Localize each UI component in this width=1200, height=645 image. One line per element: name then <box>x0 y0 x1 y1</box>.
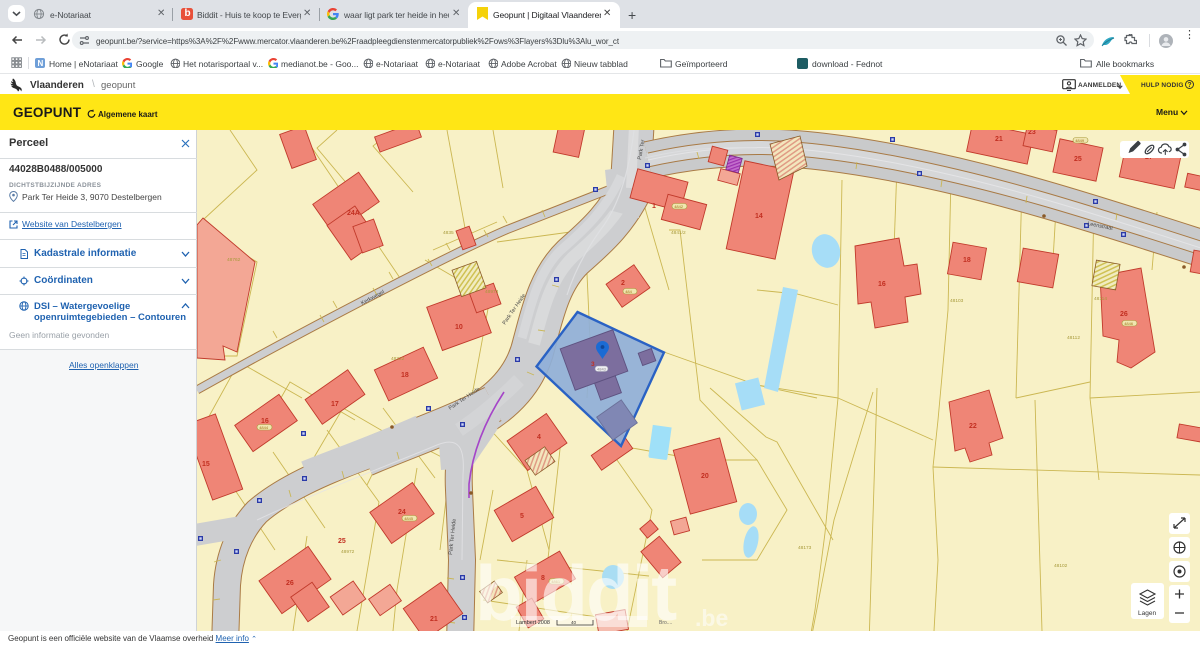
svg-text:18: 18 <box>963 257 971 264</box>
svg-text:48972: 48972 <box>341 549 355 555</box>
svg-text:24: 24 <box>398 509 406 516</box>
svg-text:22: 22 <box>969 423 977 430</box>
svg-text:48173: 48173 <box>798 545 812 551</box>
svg-text:4846: 4846 <box>1124 321 1134 326</box>
svg-text:48322: 48322 <box>391 356 405 362</box>
svg-text:21: 21 <box>430 616 438 623</box>
svg-text:17: 17 <box>331 401 339 408</box>
svg-text:48973: 48973 <box>485 289 499 295</box>
svg-text:16: 16 <box>878 281 886 288</box>
svg-text:24A: 24A <box>347 210 360 217</box>
svg-text:26: 26 <box>1120 311 1128 318</box>
svg-text:3: 3 <box>591 361 595 368</box>
svg-text:Lagen: Lagen <box>1138 610 1156 617</box>
svg-text:4845: 4845 <box>404 516 414 521</box>
svg-text:4: 4 <box>537 434 541 441</box>
svg-text:1: 1 <box>652 203 656 210</box>
svg-text:4835: 4835 <box>443 230 454 236</box>
svg-text:23: 23 <box>1028 130 1036 136</box>
svg-text:40: 40 <box>571 620 577 625</box>
svg-text:4849: 4849 <box>1075 138 1085 143</box>
svg-text:48102: 48102 <box>1054 563 1068 569</box>
svg-text:4844: 4844 <box>259 425 269 430</box>
svg-text:25: 25 <box>338 538 346 545</box>
svg-text:16: 16 <box>261 418 269 425</box>
svg-text:25: 25 <box>1074 156 1082 163</box>
svg-text:48114: 48114 <box>1094 296 1107 302</box>
svg-text:48112: 48112 <box>1067 335 1080 341</box>
svg-text:20: 20 <box>701 473 709 480</box>
svg-text:10: 10 <box>455 324 463 331</box>
svg-text:2: 2 <box>621 280 625 287</box>
svg-text:15: 15 <box>202 461 210 468</box>
svg-text:26: 26 <box>286 580 294 587</box>
svg-text:4843: 4843 <box>597 367 607 372</box>
svg-text:Bro....: Bro.... <box>659 620 672 626</box>
svg-text:.be: .be <box>695 605 728 631</box>
svg-text:21: 21 <box>995 136 1003 143</box>
svg-text:5: 5 <box>520 513 524 520</box>
svg-text:4842: 4842 <box>674 204 684 209</box>
svg-text:Lambert 2008: Lambert 2008 <box>516 620 550 626</box>
svg-text:48762: 48762 <box>227 257 241 263</box>
svg-text:14: 14 <box>755 213 763 220</box>
svg-text:18: 18 <box>401 372 409 379</box>
svg-text:48103: 48103 <box>950 298 964 304</box>
svg-text:4841/2: 4841/2 <box>671 230 686 236</box>
svg-text:484: 484 <box>625 289 632 294</box>
